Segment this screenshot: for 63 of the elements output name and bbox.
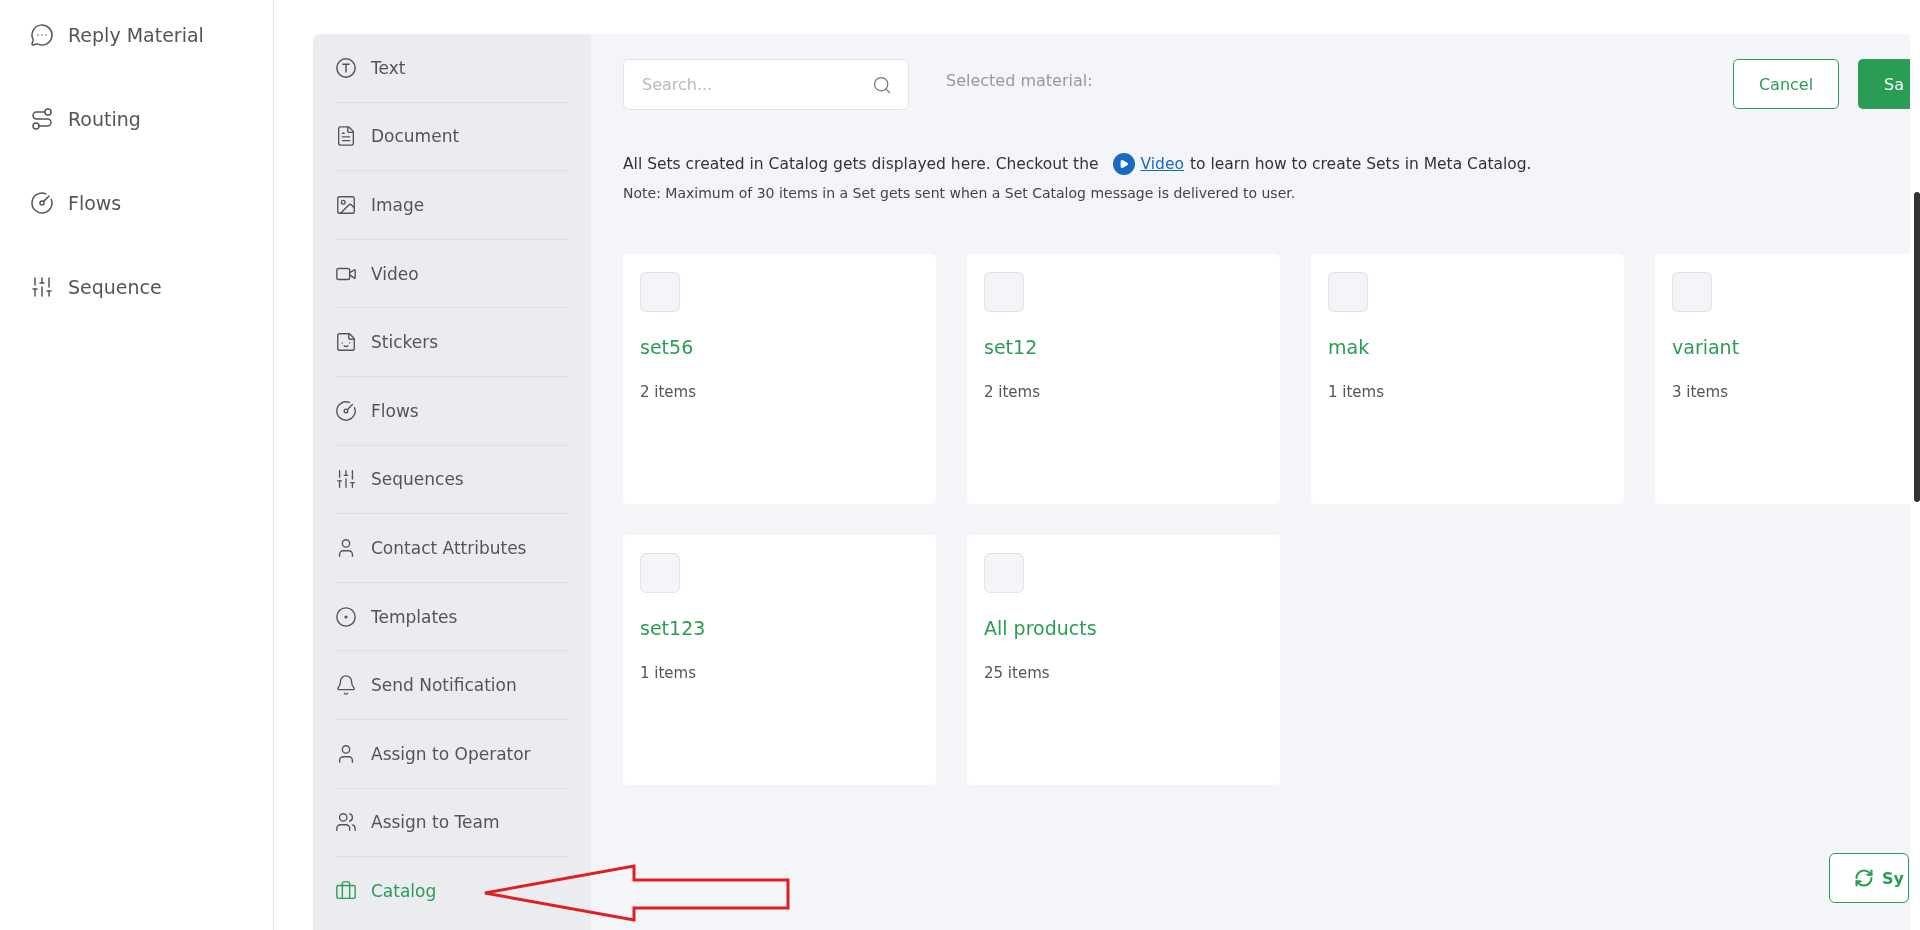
set-name: set123 <box>640 617 707 639</box>
image-icon <box>335 194 357 216</box>
route-icon <box>30 107 54 131</box>
set-item-count: 2 items <box>984 383 1041 401</box>
material-menu-item[interactable]: Sequences <box>335 445 569 515</box>
document-icon <box>335 125 357 148</box>
sliders-icon <box>335 468 357 491</box>
save-button[interactable]: Sa <box>1858 59 1910 109</box>
info-text: All Sets created in Catalog gets displayed here. Checkout the <box>623 154 1099 175</box>
play-icon <box>1112 153 1135 175</box>
search-field[interactable]: Search... <box>623 59 909 110</box>
note-text: Note: Maximum of 30 items in a Set gets sent when a Set Catalog message is delivered to user. <box>623 185 1297 201</box>
users-icon <box>335 811 357 834</box>
nav-item[interactable]: Flows <box>68 192 122 214</box>
set-checkbox[interactable] <box>984 272 1024 312</box>
material-menu-item[interactable]: Assign to Team <box>335 788 569 858</box>
nav-item[interactable]: Routing <box>68 108 141 130</box>
search-icon <box>872 74 892 95</box>
material-menu-item[interactable]: Video <box>335 239 569 309</box>
set-item-count: 3 items <box>1672 383 1729 401</box>
set-item-count: 25 items <box>984 664 1051 682</box>
set-card[interactable]: set123 1 items <box>623 535 936 785</box>
material-menu-item[interactable]: Text <box>335 34 569 103</box>
set-checkbox[interactable] <box>1672 272 1712 312</box>
set-checkbox[interactable] <box>640 553 680 593</box>
material-menu-item[interactable]: Image <box>335 171 569 240</box>
material-menu-item[interactable]: Assign to Operator <box>335 719 569 789</box>
set-card[interactable]: set12 2 items <box>967 254 1280 504</box>
set-checkbox[interactable] <box>984 553 1024 593</box>
material-menu-item[interactable]: Flows <box>335 376 569 446</box>
bell-icon <box>335 674 357 697</box>
refresh-icon <box>1854 868 1874 888</box>
set-item-count: 1 items <box>1328 383 1385 401</box>
text-icon <box>335 56 357 79</box>
set-checkbox[interactable] <box>640 272 680 312</box>
sync-button[interactable]: Sy <box>1829 853 1909 903</box>
info-text: to learn how to create Sets in Meta Catalog. <box>1189 154 1532 175</box>
search-input[interactable]: Search... <box>640 74 872 95</box>
material-menu-item[interactable]: Send Notification <box>335 651 569 720</box>
video-link[interactable]: Video <box>1140 153 1184 175</box>
selected-material-label: Selected material: <box>946 71 1093 90</box>
material-menu-item[interactable]: Document <box>335 102 569 172</box>
set-card[interactable]: set56 2 items <box>623 254 936 504</box>
material-menu-item[interactable]: Stickers <box>335 308 569 377</box>
set-card[interactable]: mak 1 items <box>1311 254 1624 504</box>
sliders-icon <box>30 275 54 299</box>
set-name: variant <box>1672 336 1741 358</box>
set-name: mak <box>1328 336 1371 358</box>
set-card[interactable]: All products 25 items <box>967 535 1280 785</box>
material-menu-item[interactable]: Contact Attributes <box>335 514 569 583</box>
set-name: set12 <box>984 336 1039 358</box>
chat-icon <box>30 23 54 47</box>
nav-item[interactable]: Sequence <box>68 276 162 298</box>
material-menu-item[interactable]: Templates <box>335 582 569 652</box>
set-checkbox[interactable] <box>1328 272 1368 312</box>
set-name: All products <box>984 617 1098 639</box>
cancel-button[interactable]: Cancel <box>1733 59 1840 109</box>
set-card[interactable]: variant 3 items <box>1655 254 1910 504</box>
set-name: set56 <box>640 336 695 358</box>
set-item-count: 2 items <box>640 383 697 401</box>
nav-item[interactable]: Reply Material <box>68 24 204 46</box>
set-item-count: 1 items <box>640 664 697 682</box>
sticker-icon <box>335 331 357 354</box>
